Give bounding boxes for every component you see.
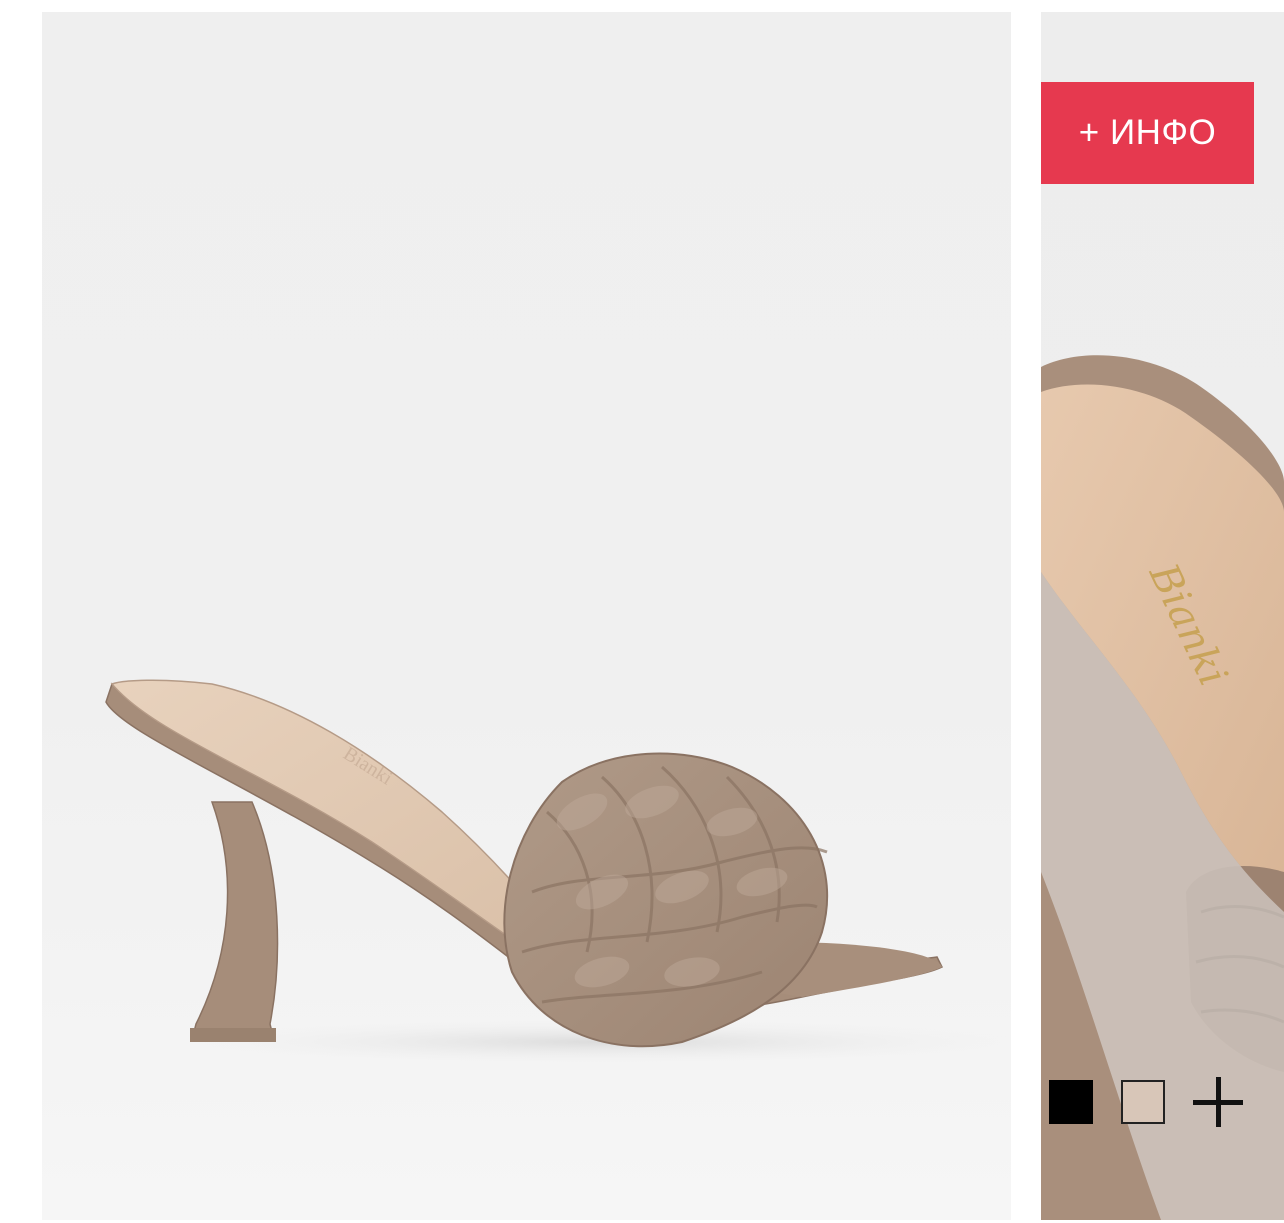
plus-icon[interactable] <box>1193 1077 1243 1127</box>
color-swatch-beige[interactable] <box>1121 1080 1165 1124</box>
product-card-2[interactable]: Bianki + ИНФО <box>1041 12 1284 1220</box>
info-button[interactable]: + ИНФО <box>1041 82 1254 184</box>
product-grid: Bianki Bianki + ИНФО <box>0 0 1284 1223</box>
product-image[interactable]: Bianki <box>42 12 1011 1220</box>
product-card-1[interactable]: Bianki <box>42 12 1011 1220</box>
color-swatches <box>1049 1077 1243 1127</box>
product-image[interactable]: Bianki <box>1041 12 1284 1220</box>
color-swatch-black[interactable] <box>1049 1080 1093 1124</box>
